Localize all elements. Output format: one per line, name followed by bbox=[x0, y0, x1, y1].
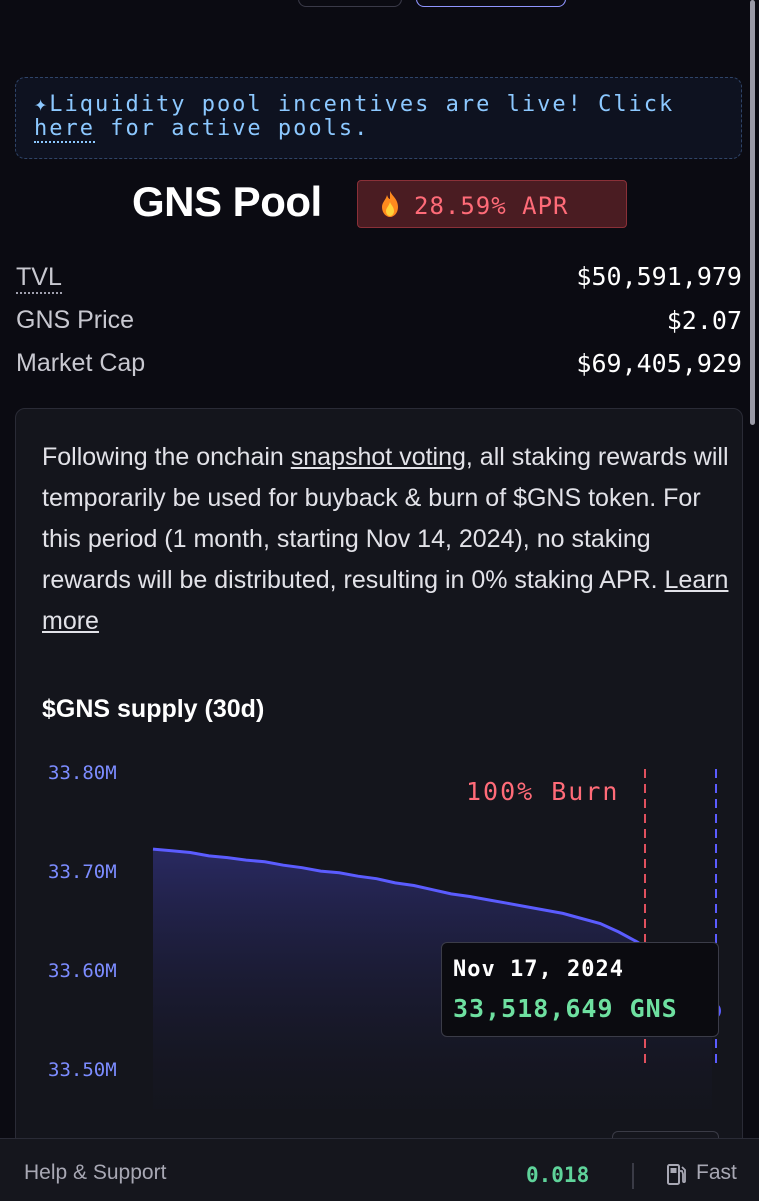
help-support-link[interactable]: Help & Support bbox=[24, 1161, 166, 1185]
gas-price: 0.018 bbox=[526, 1163, 590, 1187]
stat-value-tvl: $50,591,979 bbox=[576, 262, 742, 291]
fire-icon bbox=[382, 191, 398, 217]
stat-market-cap: Market Cap $69,405,929 bbox=[16, 349, 742, 389]
stat-gns-price: GNS Price $2.07 bbox=[16, 306, 742, 346]
supply-chart[interactable] bbox=[16, 409, 744, 1169]
gas-pump-icon bbox=[667, 1164, 686, 1185]
footer-divider bbox=[632, 1163, 634, 1189]
stat-label-gns-price: GNS Price bbox=[16, 306, 135, 334]
chart-tooltip: Nov 17, 2024 33,518,649 GNS bbox=[441, 942, 719, 1037]
burn-annotation: 100% Burn bbox=[466, 777, 620, 806]
tx-speed[interactable]: Fast bbox=[696, 1161, 737, 1185]
stat-label-market-cap: Market Cap bbox=[16, 349, 146, 377]
stat-tvl: TVL $50,591,979 bbox=[16, 262, 742, 302]
page-title: GNS Pool bbox=[132, 178, 322, 225]
stat-value-gns-price: $2.07 bbox=[666, 306, 742, 335]
incentives-banner[interactable]: ✦Liquidity pool incentives are live! Cli… bbox=[15, 77, 742, 159]
tab-left[interactable] bbox=[298, 0, 402, 7]
banner-link-here[interactable]: here bbox=[34, 116, 95, 143]
stat-value-market-cap: $69,405,929 bbox=[576, 349, 742, 378]
top-tab-bar bbox=[0, 0, 759, 8]
pool-header: GNS Pool 28.59% APR bbox=[0, 178, 759, 234]
apr-badge: 28.59% APR bbox=[357, 180, 627, 228]
footer-bar: Help & Support 0.018 Fast bbox=[0, 1138, 759, 1201]
staking-info-card: Following the onchain snapshot voting, a… bbox=[15, 408, 743, 1168]
apr-value: 28.59% APR bbox=[414, 192, 569, 220]
banner-line-2: for active pools. bbox=[94, 116, 370, 141]
banner-line-1: ✦Liquidity pool incentives are live! Cli… bbox=[34, 92, 675, 117]
stat-label-tvl[interactable]: TVL bbox=[16, 262, 62, 294]
tooltip-value: 33,518,649 GNS bbox=[453, 994, 678, 1023]
tab-right-active[interactable] bbox=[416, 0, 566, 7]
tooltip-date: Nov 17, 2024 bbox=[453, 957, 624, 982]
